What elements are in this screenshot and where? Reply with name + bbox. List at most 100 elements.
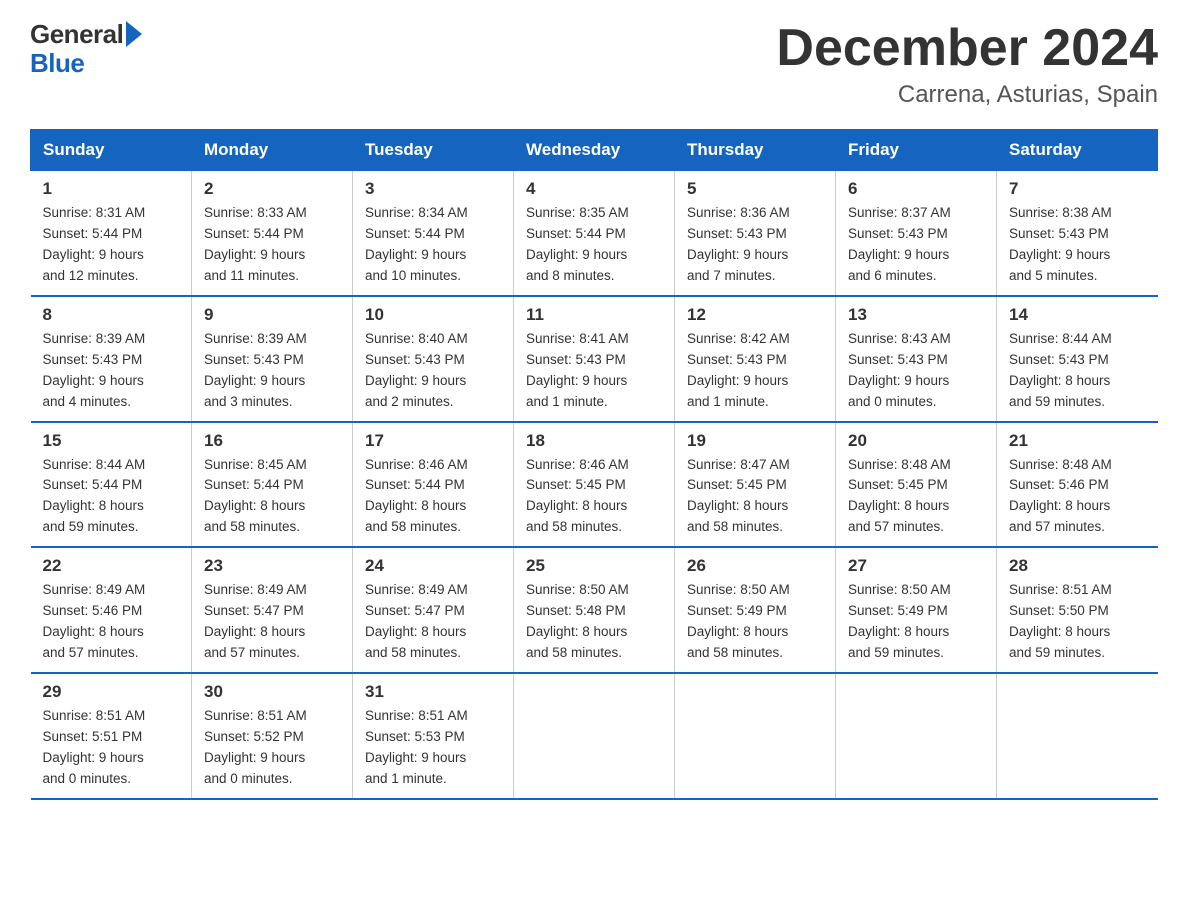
- calendar-cell: 30 Sunrise: 8:51 AM Sunset: 5:52 PM Dayli…: [192, 673, 353, 799]
- calendar-table: SundayMondayTuesdayWednesdayThursdayFrid…: [30, 129, 1158, 799]
- day-info: Sunrise: 8:40 AM Sunset: 5:43 PM Dayligh…: [365, 329, 501, 413]
- day-info: Sunrise: 8:31 AM Sunset: 5:44 PM Dayligh…: [43, 203, 180, 287]
- header-wednesday: Wednesday: [514, 130, 675, 171]
- page-subtitle: Carrena, Asturias, Spain: [776, 81, 1158, 109]
- calendar-cell: [514, 673, 675, 799]
- day-number: 6: [848, 179, 984, 199]
- day-number: 22: [43, 556, 180, 576]
- calendar-cell: 24 Sunrise: 8:49 AM Sunset: 5:47 PM Dayli…: [353, 547, 514, 673]
- day-number: 4: [526, 179, 662, 199]
- day-info: Sunrise: 8:48 AM Sunset: 5:45 PM Dayligh…: [848, 455, 984, 539]
- day-info: Sunrise: 8:39 AM Sunset: 5:43 PM Dayligh…: [43, 329, 180, 413]
- day-info: Sunrise: 8:49 AM Sunset: 5:47 PM Dayligh…: [365, 580, 501, 664]
- week-row-3: 15 Sunrise: 8:44 AM Sunset: 5:44 PM Dayli…: [31, 422, 1158, 548]
- day-number: 30: [204, 682, 340, 702]
- calendar-cell: [675, 673, 836, 799]
- calendar-cell: 16 Sunrise: 8:45 AM Sunset: 5:44 PM Dayli…: [192, 422, 353, 548]
- day-number: 14: [1009, 305, 1146, 325]
- logo-general: General: [30, 20, 123, 49]
- day-info: Sunrise: 8:50 AM Sunset: 5:49 PM Dayligh…: [687, 580, 823, 664]
- calendar-cell: 8 Sunrise: 8:39 AM Sunset: 5:43 PM Daylig…: [31, 296, 192, 422]
- day-info: Sunrise: 8:44 AM Sunset: 5:44 PM Dayligh…: [43, 455, 180, 539]
- day-info: Sunrise: 8:34 AM Sunset: 5:44 PM Dayligh…: [365, 203, 501, 287]
- day-number: 9: [204, 305, 340, 325]
- day-number: 16: [204, 431, 340, 451]
- day-info: Sunrise: 8:50 AM Sunset: 5:49 PM Dayligh…: [848, 580, 984, 664]
- day-info: Sunrise: 8:51 AM Sunset: 5:50 PM Dayligh…: [1009, 580, 1146, 664]
- day-number: 12: [687, 305, 823, 325]
- day-info: Sunrise: 8:38 AM Sunset: 5:43 PM Dayligh…: [1009, 203, 1146, 287]
- calendar-cell: 7 Sunrise: 8:38 AM Sunset: 5:43 PM Daylig…: [997, 171, 1158, 296]
- day-info: Sunrise: 8:50 AM Sunset: 5:48 PM Dayligh…: [526, 580, 662, 664]
- calendar-cell: 3 Sunrise: 8:34 AM Sunset: 5:44 PM Daylig…: [353, 171, 514, 296]
- page-title: December 2024: [776, 20, 1158, 77]
- day-info: Sunrise: 8:43 AM Sunset: 5:43 PM Dayligh…: [848, 329, 984, 413]
- day-info: Sunrise: 8:51 AM Sunset: 5:51 PM Dayligh…: [43, 706, 180, 790]
- day-number: 7: [1009, 179, 1146, 199]
- calendar-cell: 10 Sunrise: 8:40 AM Sunset: 5:43 PM Dayli…: [353, 296, 514, 422]
- header-sunday: Sunday: [31, 130, 192, 171]
- header-saturday: Saturday: [997, 130, 1158, 171]
- page-header: General Blue December 2024 Carrena, Astu…: [30, 20, 1158, 109]
- day-number: 15: [43, 431, 180, 451]
- day-info: Sunrise: 8:49 AM Sunset: 5:46 PM Dayligh…: [43, 580, 180, 664]
- calendar-cell: 1 Sunrise: 8:31 AM Sunset: 5:44 PM Daylig…: [31, 171, 192, 296]
- header-friday: Friday: [836, 130, 997, 171]
- calendar-cell: 9 Sunrise: 8:39 AM Sunset: 5:43 PM Daylig…: [192, 296, 353, 422]
- day-number: 20: [848, 431, 984, 451]
- day-info: Sunrise: 8:46 AM Sunset: 5:44 PM Dayligh…: [365, 455, 501, 539]
- day-number: 19: [687, 431, 823, 451]
- week-row-4: 22 Sunrise: 8:49 AM Sunset: 5:46 PM Dayli…: [31, 547, 1158, 673]
- day-number: 29: [43, 682, 180, 702]
- day-number: 21: [1009, 431, 1146, 451]
- calendar-cell: 19Sunrise: 8:47 AM Sunset: 5:45 PM Dayli…: [675, 422, 836, 548]
- day-number: 1: [43, 179, 180, 199]
- day-info: Sunrise: 8:42 AM Sunset: 5:43 PM Dayligh…: [687, 329, 823, 413]
- day-info: Sunrise: 8:41 AM Sunset: 5:43 PM Dayligh…: [526, 329, 662, 413]
- calendar-cell: [836, 673, 997, 799]
- calendar-cell: [997, 673, 1158, 799]
- day-number: 24: [365, 556, 501, 576]
- calendar-cell: 18 Sunrise: 8:46 AM Sunset: 5:45 PM Dayli…: [514, 422, 675, 548]
- day-number: 18: [526, 431, 662, 451]
- calendar-cell: 29 Sunrise: 8:51 AM Sunset: 5:51 PM Dayli…: [31, 673, 192, 799]
- day-info: Sunrise: 8:37 AM Sunset: 5:43 PM Dayligh…: [848, 203, 984, 287]
- day-number: 31: [365, 682, 501, 702]
- calendar-cell: 6 Sunrise: 8:37 AM Sunset: 5:43 PM Daylig…: [836, 171, 997, 296]
- calendar-cell: 13 Sunrise: 8:43 AM Sunset: 5:43 PM Dayli…: [836, 296, 997, 422]
- day-info: Sunrise: 8:45 AM Sunset: 5:44 PM Dayligh…: [204, 455, 340, 539]
- title-area: December 2024 Carrena, Asturias, Spain: [776, 20, 1158, 109]
- day-number: 25: [526, 556, 662, 576]
- logo-triangle-icon: [126, 21, 142, 47]
- day-info: Sunrise: 8:36 AM Sunset: 5:43 PM Dayligh…: [687, 203, 823, 287]
- calendar-cell: 26Sunrise: 8:50 AM Sunset: 5:49 PM Dayli…: [675, 547, 836, 673]
- day-number: 11: [526, 305, 662, 325]
- day-info: Sunrise: 8:46 AM Sunset: 5:45 PM Dayligh…: [526, 455, 662, 539]
- calendar-cell: 12 Sunrise: 8:42 AM Sunset: 5:43 PM Dayli…: [675, 296, 836, 422]
- day-number: 2: [204, 179, 340, 199]
- day-info: Sunrise: 8:39 AM Sunset: 5:43 PM Dayligh…: [204, 329, 340, 413]
- header-monday: Monday: [192, 130, 353, 171]
- calendar-cell: 2 Sunrise: 8:33 AM Sunset: 5:44 PM Daylig…: [192, 171, 353, 296]
- day-number: 10: [365, 305, 501, 325]
- day-info: Sunrise: 8:51 AM Sunset: 5:52 PM Dayligh…: [204, 706, 340, 790]
- day-number: 13: [848, 305, 984, 325]
- logo: General Blue: [30, 20, 142, 77]
- day-info: Sunrise: 8:33 AM Sunset: 5:44 PM Dayligh…: [204, 203, 340, 287]
- day-info: Sunrise: 8:49 AM Sunset: 5:47 PM Dayligh…: [204, 580, 340, 664]
- day-number: 8: [43, 305, 180, 325]
- calendar-cell: 31 Sunrise: 8:51 AM Sunset: 5:53 PM Dayli…: [353, 673, 514, 799]
- day-info: Sunrise: 8:51 AM Sunset: 5:53 PM Dayligh…: [365, 706, 501, 790]
- calendar-cell: 17Sunrise: 8:46 AM Sunset: 5:44 PM Dayli…: [353, 422, 514, 548]
- calendar-cell: 21Sunrise: 8:48 AM Sunset: 5:46 PM Dayli…: [997, 422, 1158, 548]
- day-info: Sunrise: 8:44 AM Sunset: 5:43 PM Dayligh…: [1009, 329, 1146, 413]
- calendar-cell: 28Sunrise: 8:51 AM Sunset: 5:50 PM Dayli…: [997, 547, 1158, 673]
- calendar-header-row: SundayMondayTuesdayWednesdayThursdayFrid…: [31, 130, 1158, 171]
- calendar-cell: 5Sunrise: 8:36 AM Sunset: 5:43 PM Daylig…: [675, 171, 836, 296]
- header-tuesday: Tuesday: [353, 130, 514, 171]
- calendar-cell: 15 Sunrise: 8:44 AM Sunset: 5:44 PM Dayli…: [31, 422, 192, 548]
- calendar-cell: 23Sunrise: 8:49 AM Sunset: 5:47 PM Dayli…: [192, 547, 353, 673]
- week-row-5: 29 Sunrise: 8:51 AM Sunset: 5:51 PM Dayli…: [31, 673, 1158, 799]
- calendar-cell: 20 Sunrise: 8:48 AM Sunset: 5:45 PM Dayli…: [836, 422, 997, 548]
- day-number: 3: [365, 179, 501, 199]
